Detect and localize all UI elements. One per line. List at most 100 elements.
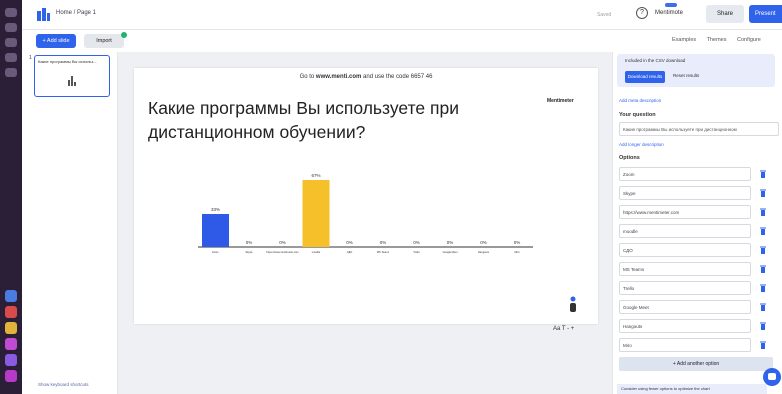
chat-bubble-icon[interactable] <box>763 368 781 386</box>
add-slide-button[interactable]: + Add slide <box>36 34 76 48</box>
option-input[interactable]: https://www.mentimeter.com <box>619 205 751 219</box>
mentimeter-logo-icon[interactable] <box>36 8 50 21</box>
add-description-link[interactable]: Add meta description <box>619 98 661 103</box>
configure-button[interactable]: Configure <box>737 37 761 43</box>
option-row: Zoom <box>619 167 773 181</box>
chart-value-label: 0% <box>514 240 521 245</box>
themes-button[interactable]: Themes <box>707 37 727 43</box>
option-row: Skype <box>619 186 773 200</box>
trash-icon[interactable] <box>760 227 766 235</box>
dock-icon[interactable] <box>5 53 17 62</box>
trash-icon[interactable] <box>760 189 766 197</box>
question-input[interactable]: Какие программы Вы используете при диста… <box>619 122 779 136</box>
participant-figure-icon <box>570 296 576 312</box>
edit-panel: Included in the CSV download Download re… <box>612 52 782 394</box>
slide-thumbnail-title: Какие программы Вы использ... <box>38 59 97 64</box>
join-url: www.menti.com <box>315 74 362 80</box>
dock-app-icon[interactable] <box>5 306 17 318</box>
dock-icon[interactable] <box>5 68 17 77</box>
chart-value-label: 0% <box>246 240 253 245</box>
join-suffix: and use the code 6657 46 <box>361 74 433 80</box>
trash-icon[interactable] <box>760 322 766 330</box>
trash-icon[interactable] <box>760 170 766 178</box>
panel-footer-tip: Consider using fewer options to optimize… <box>617 384 767 394</box>
chart-value-label: 0% <box>447 240 454 245</box>
autosave-status: Saved <box>597 12 612 18</box>
trash-icon[interactable] <box>760 265 766 273</box>
slide-thumbnail[interactable]: Какие программы Вы использ... <box>34 55 110 97</box>
breadcrumb[interactable]: Home / Page 1 <box>56 10 96 16</box>
mentimote-button[interactable]: Mentimote <box>655 10 683 16</box>
bar-chart-icon <box>68 76 76 86</box>
chart-category-label: MS Teams <box>377 250 390 254</box>
chart-value-label: 0% <box>413 240 420 245</box>
option-row: Google Meet <box>619 300 773 314</box>
os-dock <box>0 0 22 394</box>
chart-category-label: moodle <box>312 250 321 254</box>
dock-icon[interactable] <box>5 23 17 32</box>
option-input[interactable]: MS Teams <box>619 262 751 276</box>
reset-results-button[interactable]: Reset results <box>673 73 699 78</box>
dock-app-icon[interactable] <box>5 290 17 302</box>
option-row: Hangouts <box>619 319 773 333</box>
chart-bar <box>202 214 229 247</box>
chart-value-label: 33% <box>211 207 220 212</box>
import-notification-dot <box>121 32 127 38</box>
slide-number: 1 <box>29 55 32 61</box>
mentimeter-brand: Mentimeter <box>547 98 574 104</box>
chart-value-label: 67% <box>311 173 320 178</box>
option-input[interactable]: Hangouts <box>619 319 751 333</box>
results-bar-chart: 33% Zoom 0% Skype 0% https://www.mentimeter.c… <box>198 173 533 254</box>
option-input[interactable]: moodle <box>619 224 751 238</box>
top-bar: Home / Page 1 Saved ? Mentimote Share Pr… <box>22 0 782 30</box>
results-info-box: Included in the CSV download Download re… <box>617 54 775 87</box>
keyboard-shortcuts-link[interactable]: Show keyboard shortcuts <box>38 382 89 387</box>
dock-app-icon[interactable] <box>5 370 17 382</box>
trash-icon[interactable] <box>760 341 766 349</box>
download-results-button[interactable]: Download results <box>625 71 665 83</box>
mentimote-badge <box>665 3 677 7</box>
slide-canvas[interactable]: Go to www.menti.com and use the code 665… <box>134 68 598 324</box>
option-input[interactable]: Zoom <box>619 167 751 181</box>
trash-icon[interactable] <box>760 284 766 292</box>
option-row: Miro <box>619 338 773 352</box>
option-row: moodle <box>619 224 773 238</box>
trash-icon[interactable] <box>760 246 766 254</box>
present-button[interactable]: Present <box>749 5 782 23</box>
dock-icon[interactable] <box>5 38 17 47</box>
help-circle-icon[interactable]: ? <box>636 7 648 19</box>
editor-toolbar: + Add slide Import Examples Themes Confi… <box>22 30 782 52</box>
option-input[interactable]: Miro <box>619 338 751 352</box>
editor-tools: Examples Themes Configure <box>672 37 770 43</box>
trash-icon[interactable] <box>760 208 766 216</box>
chart-value-label: 0% <box>279 240 286 245</box>
option-input[interactable]: Skype <box>619 186 751 200</box>
add-longer-description-link[interactable]: Add longer description <box>619 142 664 147</box>
join-instructions: Go to www.menti.com and use the code 665… <box>134 74 598 80</box>
slides-panel: 1 Какие программы Вы использ... Show key… <box>22 52 118 394</box>
option-row: Trello <box>619 281 773 295</box>
trash-icon[interactable] <box>760 303 766 311</box>
import-button[interactable]: Import <box>84 34 124 48</box>
dock-icon[interactable] <box>5 8 17 17</box>
dock-app-icon[interactable] <box>5 354 17 366</box>
chart-category-label: Miro <box>514 250 520 254</box>
chart-category-label: Google Meet <box>443 250 458 254</box>
dock-app-icon[interactable] <box>5 338 17 350</box>
share-button[interactable]: Share <box>706 5 744 23</box>
join-prefix: Go to <box>299 74 316 80</box>
option-input[interactable]: Trello <box>619 281 751 295</box>
chart-category-label: Trello <box>413 250 420 254</box>
info-text: Included in the CSV download <box>625 58 686 63</box>
dock-app-icon[interactable] <box>5 322 17 334</box>
canvas-controls[interactable]: Aa T - + <box>553 326 574 332</box>
add-option-button[interactable]: + Add another option <box>619 357 773 371</box>
chart-category-label: Zoom <box>212 250 219 254</box>
app-window: Home / Page 1 Saved ? Mentimote Share Pr… <box>0 0 782 394</box>
option-input[interactable]: СДО <box>619 243 751 257</box>
option-input[interactable]: Google Meet <box>619 300 751 314</box>
examples-button[interactable]: Examples <box>672 37 696 43</box>
slide-question-title: Какие программы Вы используете при диста… <box>148 98 459 142</box>
chart-category-label: Hangouts <box>478 250 490 254</box>
option-row: СДО <box>619 243 773 257</box>
